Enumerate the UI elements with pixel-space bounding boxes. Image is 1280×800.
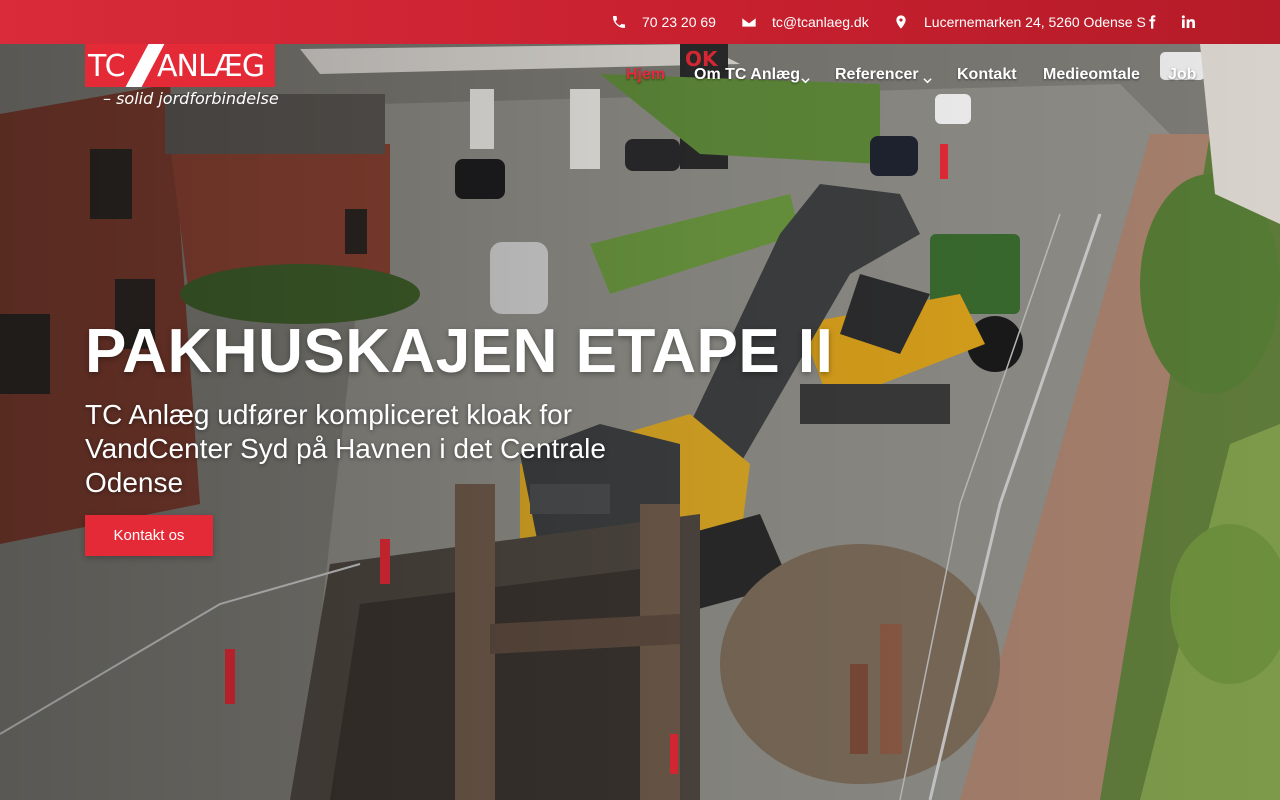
contact-us-button[interactable]: Kontakt os [85,515,213,556]
nav-item-hjem[interactable]: Hjem [626,66,665,84]
nav-item-kontakt[interactable]: Kontakt [957,66,1017,84]
top-contact-bar: 70 23 20 69 tc@tcanlaeg.dk Lucernemarken… [0,0,1280,44]
phone-number: 70 23 20 69 [642,14,716,30]
nav-item-referencer[interactable]: Referencer [835,66,919,84]
email-address: tc@tcanlaeg.dk [772,14,869,30]
address-contact[interactable]: Lucernemarken 24, 5260 Odense S [892,0,1146,44]
map-pin-icon [892,13,910,31]
phone-contact[interactable]: 70 23 20 69 [610,0,716,44]
logo-text-tc: TC [88,49,126,84]
hero-subtitle: TC Anlæg udfører kompliceret kloak for V… [85,399,606,498]
chevron-down-icon[interactable] [923,72,932,84]
hero-title: PAKHUSKAJEN ETAPE II [85,317,834,386]
chevron-down-icon[interactable] [801,72,810,84]
linkedin-icon[interactable] [1178,12,1198,32]
envelope-icon [740,13,758,31]
phone-icon [610,13,628,31]
site-logo[interactable]: TC ANLÆG – solid jordforbindelse [85,44,279,110]
nav-item-job[interactable]: Job [1168,66,1196,84]
email-contact[interactable]: tc@tcanlaeg.dk [740,0,869,44]
nav-item-om-tc-anlaeg[interactable]: Om TC Anlæg [694,66,800,84]
street-address: Lucernemarken 24, 5260 Odense S [924,14,1146,30]
logo-tagline: – solid jordforbindelse [103,89,279,108]
logo-text-anlaeg: ANLÆG [157,49,265,84]
nav-item-medieomtale[interactable]: Medieomtale [1043,66,1140,84]
facebook-icon[interactable] [1142,12,1162,32]
